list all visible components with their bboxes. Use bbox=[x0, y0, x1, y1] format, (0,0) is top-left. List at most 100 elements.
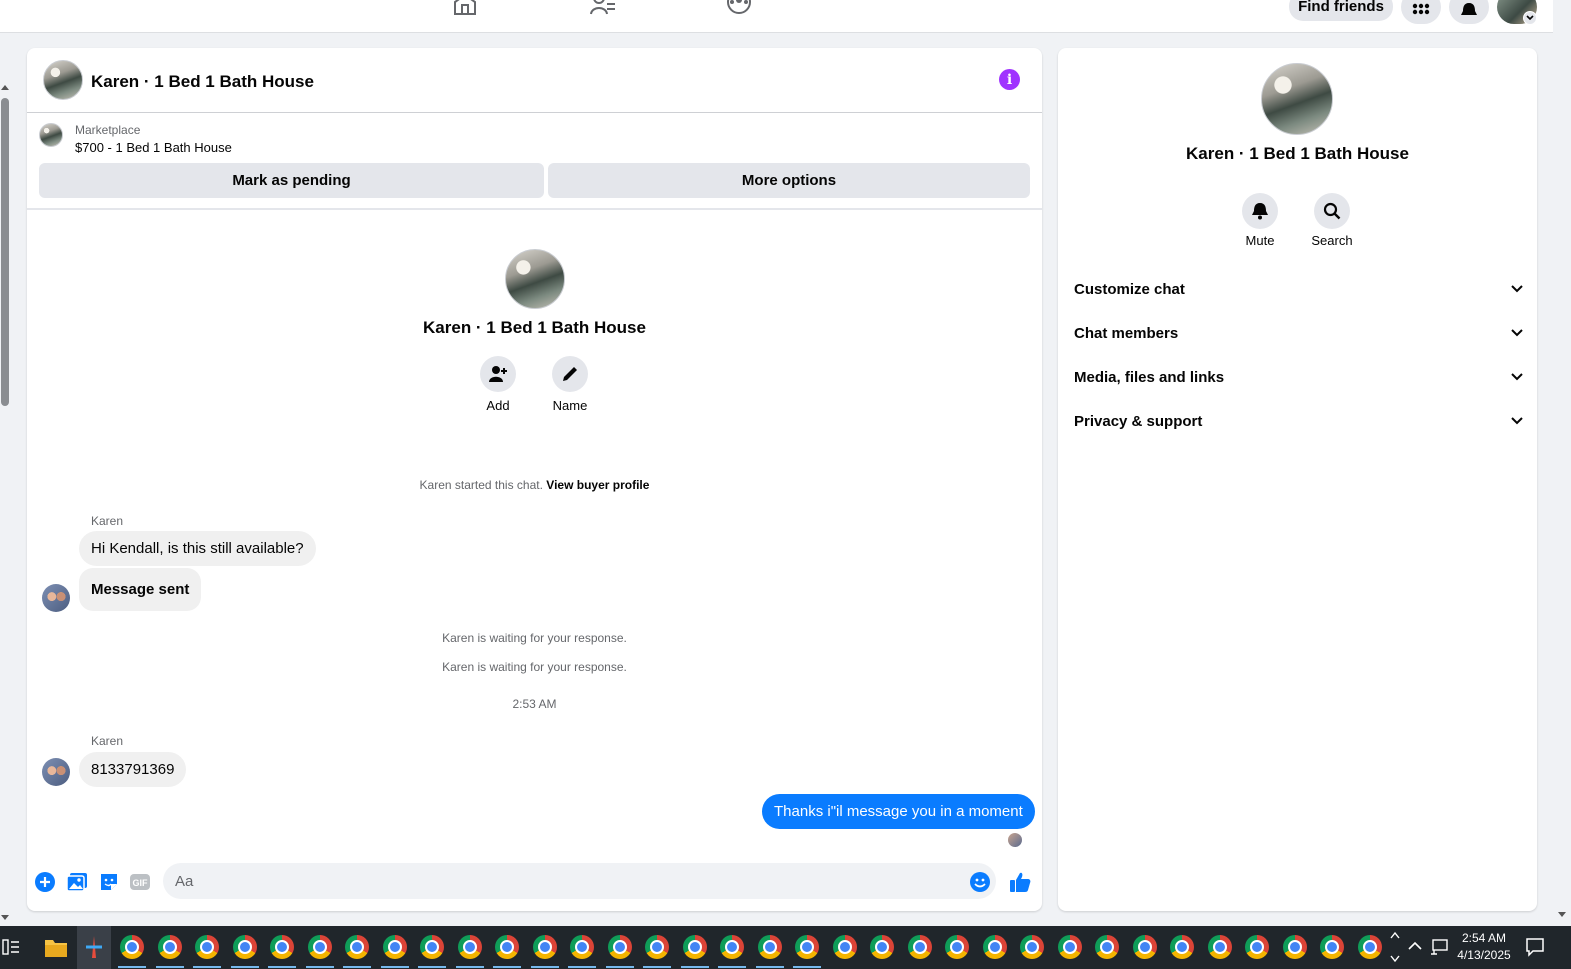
chrome-taskbar-icon[interactable] bbox=[495, 935, 519, 959]
more-actions-button[interactable] bbox=[33, 870, 57, 894]
app-icon[interactable] bbox=[83, 935, 105, 959]
chrome-taskbar-icon[interactable] bbox=[758, 935, 782, 959]
chrome-taskbar-icon[interactable] bbox=[645, 935, 669, 959]
chrome-taskbar-icon[interactable] bbox=[1170, 935, 1194, 959]
chrome-taskbar-icon[interactable] bbox=[158, 935, 182, 959]
scrollbar-thumb[interactable] bbox=[1, 98, 9, 406]
chrome-taskbar-icon[interactable] bbox=[458, 935, 482, 959]
section-label: Privacy & support bbox=[1074, 412, 1203, 430]
listing-title[interactable]: $700 - 1 Bed 1 Bath House bbox=[75, 140, 232, 155]
waiting-notice: Karen is waiting for your response. bbox=[442, 631, 627, 645]
photo-icon bbox=[66, 873, 87, 892]
sender-avatar[interactable] bbox=[42, 758, 70, 786]
sticker-icon bbox=[101, 874, 117, 890]
chrome-taskbar-icon[interactable] bbox=[308, 935, 332, 959]
taskbar-clock[interactable]: 2:54 AM 4/13/2025 bbox=[1449, 930, 1519, 964]
clock-date: 4/13/2025 bbox=[1457, 948, 1511, 962]
sticker-button[interactable] bbox=[97, 870, 121, 894]
task-view-icon[interactable] bbox=[2, 939, 20, 955]
outgoing-message[interactable]: Thanks i"il message you in a moment bbox=[762, 794, 1035, 829]
chrome-taskbar-icon[interactable] bbox=[195, 935, 219, 959]
taskbar-scroll-icon[interactable] bbox=[1390, 930, 1400, 964]
chrome-taskbar-icon[interactable] bbox=[683, 935, 707, 959]
edit-name-button[interactable] bbox=[552, 356, 588, 392]
find-friends-button[interactable]: Find friends bbox=[1289, 0, 1393, 21]
chat-title[interactable]: Karen · 1 Bed 1 Bath House bbox=[91, 72, 314, 92]
sender-name: Karen bbox=[91, 734, 124, 748]
home-icon[interactable] bbox=[452, 0, 478, 16]
message-timestamp: 2:53 AM bbox=[512, 697, 557, 711]
chrome-taskbar-icon[interactable] bbox=[1358, 935, 1382, 959]
chrome-taskbar-icon[interactable] bbox=[1058, 935, 1082, 959]
privacy-support-section[interactable]: Privacy & support bbox=[1074, 406, 1523, 436]
page-scrollbar[interactable] bbox=[0, 33, 11, 926]
intro-avatar[interactable] bbox=[505, 249, 565, 309]
chat-header: Karen · 1 Bed 1 Bath House i bbox=[27, 48, 1042, 113]
incoming-message[interactable]: Hi Kendall, is this still available? bbox=[79, 531, 316, 566]
incoming-message[interactable]: 8133791369 bbox=[79, 752, 187, 787]
customize-chat-section[interactable]: Customize chat bbox=[1074, 274, 1523, 304]
chrome-taskbar-icon[interactable] bbox=[1133, 935, 1157, 959]
mark-as-pending-button[interactable]: Mark as pending bbox=[39, 163, 544, 198]
add-label: Add bbox=[486, 398, 510, 413]
chrome-taskbar-icon[interactable] bbox=[1320, 935, 1344, 959]
message-input[interactable]: Aa bbox=[163, 863, 996, 899]
sender-avatar[interactable] bbox=[42, 584, 70, 612]
search-icon bbox=[1323, 202, 1341, 220]
chat-avatar[interactable] bbox=[43, 60, 83, 100]
chrome-taskbar-icon[interactable] bbox=[833, 935, 857, 959]
scroll-down-arrow-icon[interactable] bbox=[1, 915, 9, 920]
more-options-button[interactable]: More options bbox=[548, 163, 1030, 198]
chrome-taskbar-icon[interactable] bbox=[870, 935, 894, 959]
seen-receipt-avatar bbox=[1008, 833, 1022, 847]
notifications-button[interactable] bbox=[1449, 0, 1489, 24]
add-people-button[interactable] bbox=[480, 356, 516, 392]
chrome-taskbar-icon[interactable] bbox=[383, 935, 407, 959]
attach-photo-button[interactable] bbox=[65, 870, 89, 894]
emoji-button[interactable] bbox=[968, 870, 992, 894]
chrome-taskbar-icon[interactable] bbox=[608, 935, 632, 959]
chrome-taskbar-icon[interactable] bbox=[1283, 935, 1307, 959]
notification-center-icon[interactable] bbox=[1525, 937, 1545, 957]
scroll-up-arrow-icon[interactable] bbox=[1, 85, 9, 90]
show-hidden-icons-icon[interactable] bbox=[1408, 941, 1422, 951]
account-menu-chevron-icon[interactable] bbox=[1523, 11, 1537, 25]
chrome-taskbar-icon[interactable] bbox=[720, 935, 744, 959]
chrome-taskbar-icon[interactable] bbox=[233, 935, 257, 959]
menu-button[interactable] bbox=[1401, 0, 1441, 24]
chrome-taskbar-icon[interactable] bbox=[345, 935, 369, 959]
media-files-links-section[interactable]: Media, files and links bbox=[1074, 362, 1523, 392]
view-buyer-profile-link[interactable]: View buyer profile bbox=[546, 478, 649, 492]
chrome-taskbar-icon[interactable] bbox=[1208, 935, 1232, 959]
chrome-taskbar-icon[interactable] bbox=[570, 935, 594, 959]
open-window-indicator bbox=[156, 966, 184, 968]
chrome-taskbar-icon[interactable] bbox=[1095, 935, 1119, 959]
chrome-taskbar-icon[interactable] bbox=[420, 935, 444, 959]
network-icon[interactable] bbox=[1430, 939, 1448, 955]
info-icon[interactable]: i bbox=[999, 69, 1020, 90]
chrome-taskbar-icon[interactable] bbox=[945, 935, 969, 959]
chrome-taskbar-icon[interactable] bbox=[795, 935, 819, 959]
chrome-taskbar-icon[interactable] bbox=[1245, 935, 1269, 959]
friends-icon[interactable] bbox=[590, 0, 616, 16]
window-scrollbar[interactable] bbox=[1553, 0, 1571, 926]
gif-button[interactable]: GIF bbox=[128, 870, 152, 894]
chat-members-section[interactable]: Chat members bbox=[1074, 318, 1523, 348]
windows-taskbar: 2:54 AM 4/13/2025 bbox=[0, 926, 1571, 969]
file-explorer-icon[interactable] bbox=[44, 936, 68, 958]
chrome-taskbar-icon[interactable] bbox=[908, 935, 932, 959]
chrome-taskbar-icon[interactable] bbox=[270, 935, 294, 959]
details-avatar[interactable] bbox=[1261, 63, 1333, 135]
chrome-taskbar-icon[interactable] bbox=[983, 935, 1007, 959]
like-button[interactable] bbox=[1008, 870, 1032, 894]
window-scroll-down-icon[interactable] bbox=[1558, 912, 1566, 917]
chrome-taskbar-icon[interactable] bbox=[1020, 935, 1044, 959]
marketplace-label: Marketplace bbox=[75, 123, 141, 137]
listing-thumbnail[interactable] bbox=[39, 123, 63, 147]
groups-icon[interactable] bbox=[726, 0, 752, 16]
search-conversation-button[interactable] bbox=[1314, 193, 1350, 229]
mute-button[interactable] bbox=[1242, 193, 1278, 229]
incoming-message[interactable]: Message sent bbox=[79, 568, 202, 611]
chrome-taskbar-icon[interactable] bbox=[533, 935, 557, 959]
chrome-taskbar-icon[interactable] bbox=[120, 935, 144, 959]
